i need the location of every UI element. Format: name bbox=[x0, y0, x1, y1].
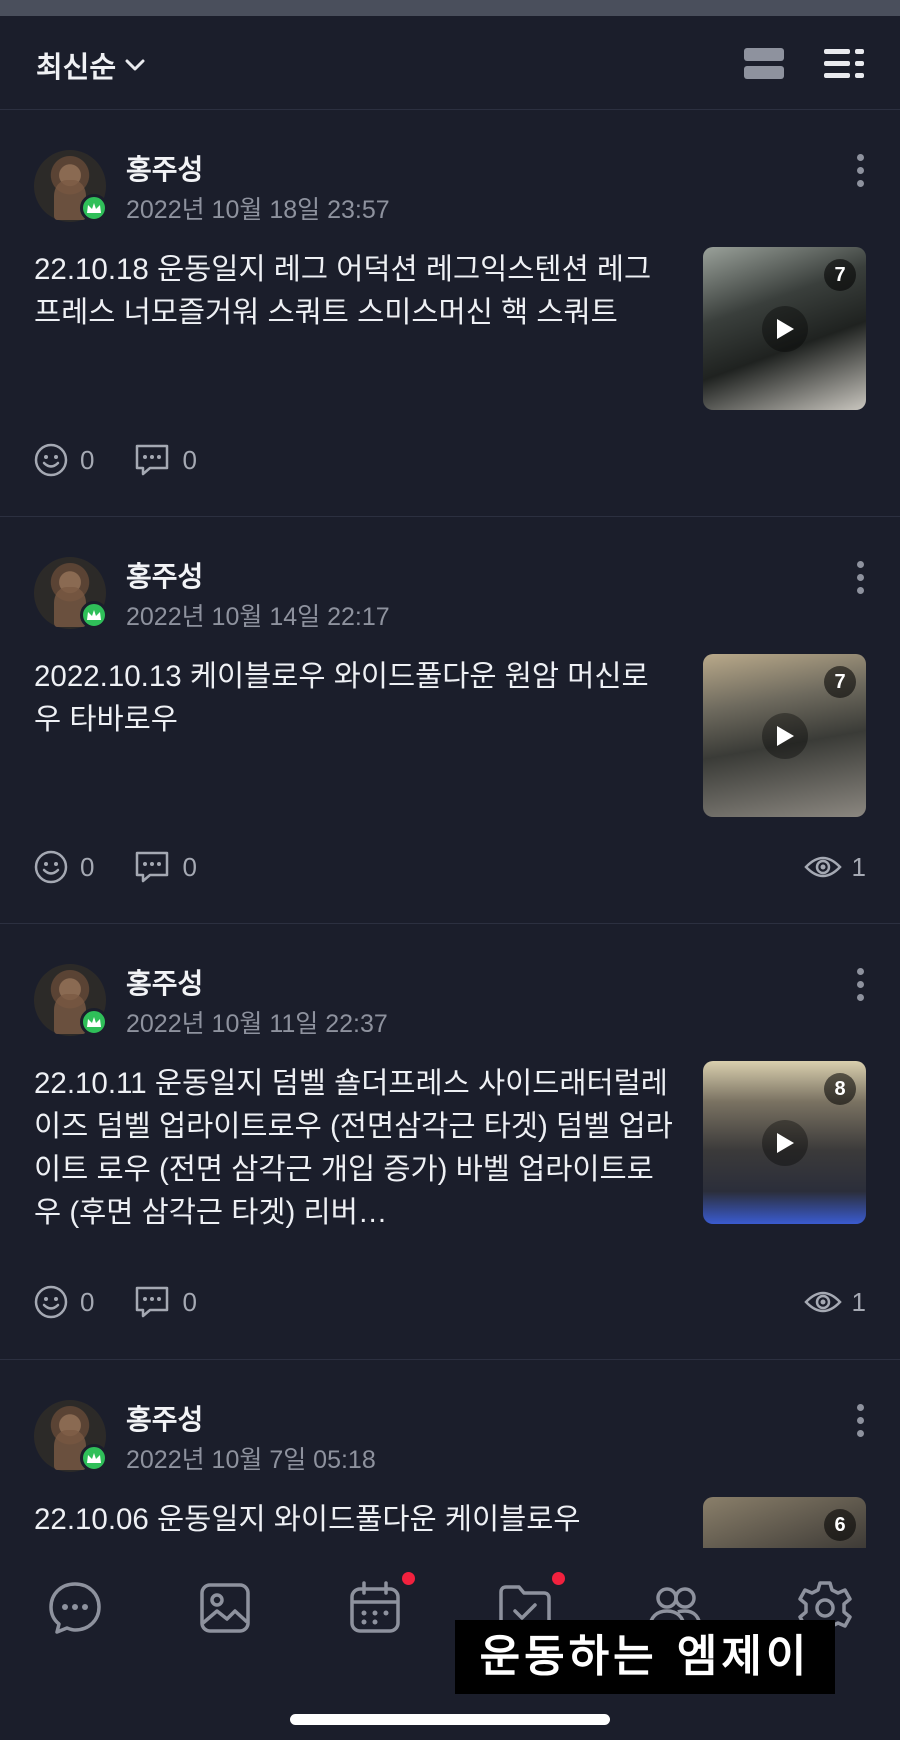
post-date: 2022년 10월 7일 05:18 bbox=[126, 1446, 376, 1474]
notification-dot bbox=[552, 1572, 565, 1585]
comment-button[interactable]: 0 bbox=[134, 1285, 197, 1319]
comment-icon bbox=[136, 1286, 169, 1318]
gallery-icon bbox=[200, 1583, 250, 1633]
play-icon bbox=[762, 306, 808, 352]
tab-chat[interactable] bbox=[45, 1578, 105, 1638]
author-name[interactable]: 홍주성 bbox=[126, 962, 203, 1002]
media-count: 7 bbox=[824, 666, 856, 698]
post-card[interactable]: 홍주성 2022년 10월 18일 23:57 22.10.18 운동일지 레그… bbox=[0, 110, 900, 517]
media-count: 7 bbox=[824, 259, 856, 291]
post-text[interactable]: 22.10.11 운동일지 덤벨 숄더프레스 사이드래터럴레이즈 덤벨 업라이트… bbox=[34, 1062, 674, 1234]
post-date: 2022년 10월 11일 22:37 bbox=[126, 1010, 388, 1038]
play-icon bbox=[762, 713, 808, 759]
comment-count: 0 bbox=[182, 444, 197, 475]
reaction-bar: 0 0 bbox=[34, 1282, 237, 1322]
status-bar bbox=[0, 0, 900, 16]
watermark-caption: 운동하는 엠제이 bbox=[455, 1620, 835, 1694]
view-counter: 1 bbox=[803, 847, 866, 887]
chevron-down-icon bbox=[125, 59, 145, 71]
more-options-icon[interactable] bbox=[850, 561, 870, 601]
post-date: 2022년 10월 18일 23:57 bbox=[126, 196, 390, 224]
more-options-icon[interactable] bbox=[850, 1404, 870, 1444]
tab-gallery[interactable] bbox=[195, 1578, 255, 1638]
comment-icon bbox=[136, 444, 169, 476]
post-thumbnail[interactable]: 6 bbox=[703, 1497, 866, 1548]
post-text[interactable]: 22.10.18 운동일지 레그 어덕션 레그익스텐션 레그프레스 너모즐거워 … bbox=[34, 248, 674, 334]
crown-badge-icon bbox=[80, 1008, 108, 1036]
media-count: 6 bbox=[824, 1509, 856, 1541]
comment-count: 0 bbox=[182, 1286, 197, 1317]
like-count: 0 bbox=[80, 851, 95, 882]
post-card[interactable]: 홍주성 2022년 10월 11일 22:37 22.10.11 운동일지 덤벨… bbox=[0, 924, 900, 1360]
view-count: 1 bbox=[851, 851, 866, 882]
comment-icon bbox=[136, 851, 169, 883]
feed-header: 최신순 bbox=[0, 16, 900, 110]
like-count: 0 bbox=[80, 1286, 95, 1317]
eye-icon bbox=[803, 1291, 842, 1313]
post-thumbnail[interactable]: 7 bbox=[703, 654, 866, 817]
calendar-icon bbox=[350, 1581, 400, 1633]
like-button[interactable]: 0 bbox=[34, 1285, 94, 1319]
post-text[interactable]: 2022.10.13 케이블로우 와이드풀다운 원암 머신로우 타바로우 bbox=[34, 655, 674, 741]
reaction-bar: 0 0 bbox=[34, 847, 237, 887]
crown-badge-icon bbox=[80, 194, 108, 222]
view-counter: 1 bbox=[803, 1282, 866, 1322]
tab-calendar[interactable] bbox=[345, 1572, 415, 1638]
comment-count: 0 bbox=[182, 851, 197, 882]
chat-icon bbox=[49, 1582, 101, 1634]
view-count: 1 bbox=[851, 1286, 866, 1317]
author-name[interactable]: 홍주성 bbox=[126, 555, 203, 595]
post-date: 2022년 10월 14일 22:17 bbox=[126, 603, 390, 631]
post-text[interactable]: 22.10.06 운동일지 와이드풀다운 케이블로우 bbox=[34, 1498, 674, 1541]
like-count: 0 bbox=[80, 444, 95, 475]
author-name[interactable]: 홍주성 bbox=[126, 148, 203, 188]
like-button[interactable]: 0 bbox=[34, 443, 94, 477]
post-card[interactable]: 홍주성 2022년 10월 14일 22:17 2022.10.13 케이블로우… bbox=[0, 517, 900, 924]
play-icon bbox=[762, 1120, 808, 1166]
comment-button[interactable]: 0 bbox=[134, 443, 197, 477]
post-card[interactable]: 홍주성 2022년 10월 7일 05:18 22.10.06 운동일지 와이드… bbox=[0, 1360, 900, 1548]
card-view-icon[interactable] bbox=[744, 48, 784, 80]
like-button[interactable]: 0 bbox=[34, 850, 94, 884]
smile-icon bbox=[34, 850, 68, 884]
more-options-icon[interactable] bbox=[850, 154, 870, 194]
crown-badge-icon bbox=[80, 601, 108, 629]
more-options-icon[interactable] bbox=[850, 968, 870, 1008]
post-thumbnail[interactable]: 7 bbox=[703, 247, 866, 410]
media-count: 8 bbox=[824, 1073, 856, 1105]
reaction-bar: 0 0 bbox=[34, 440, 237, 480]
post-thumbnail[interactable]: 8 bbox=[703, 1061, 866, 1224]
eye-icon bbox=[803, 856, 842, 878]
sort-dropdown[interactable]: 최신순 bbox=[36, 44, 146, 86]
crown-badge-icon bbox=[80, 1444, 108, 1472]
sort-label: 최신순 bbox=[36, 52, 117, 84]
comment-button[interactable]: 0 bbox=[134, 850, 197, 884]
list-view-icon[interactable] bbox=[824, 48, 864, 80]
notification-dot bbox=[402, 1572, 415, 1585]
author-name[interactable]: 홍주성 bbox=[126, 1398, 203, 1438]
smile-icon bbox=[34, 443, 68, 477]
smile-icon bbox=[34, 1285, 68, 1319]
home-indicator[interactable] bbox=[290, 1714, 610, 1725]
